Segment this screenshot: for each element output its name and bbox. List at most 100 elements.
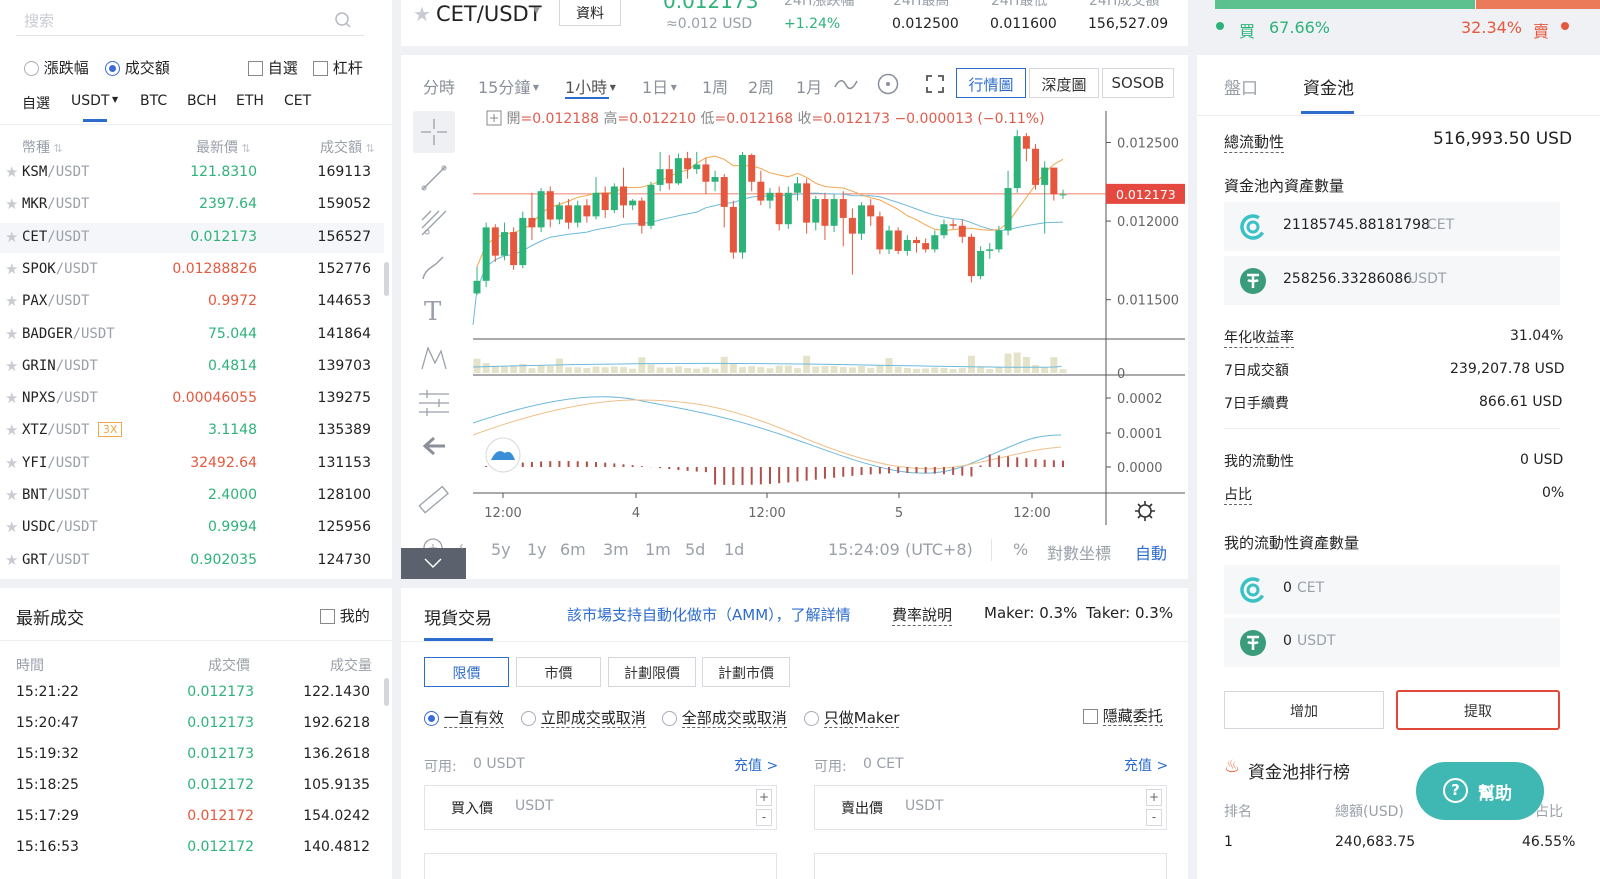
- star-icon[interactable]: ★: [5, 260, 18, 278]
- sort-volume-radio[interactable]: 成交額: [105, 57, 170, 78]
- pair-caret-icon[interactable]: ▼: [533, 6, 540, 16]
- sell-price-field[interactable]: 賣出價 USDT + -: [814, 785, 1167, 830]
- period-button-5y[interactable]: 5y: [491, 540, 511, 559]
- text-tool-icon[interactable]: T: [424, 297, 441, 327]
- candlestick-chart[interactable]: 0.012500 0.012000 0.011500 0.012173 0 0.0002 0…: [467, 55, 1188, 579]
- info-button[interactable]: 資料: [559, 0, 621, 26]
- search-box[interactable]: 搜索: [16, 2, 364, 36]
- buy-price-input[interactable]: USDT: [515, 798, 553, 814]
- star-icon[interactable]: ★: [5, 454, 18, 472]
- buy-price-field[interactable]: 買入價 USDT + -: [424, 785, 777, 830]
- fee-info-link[interactable]: 費率說明: [892, 604, 953, 626]
- market-row[interactable]: ★ SPOK/USDT 0.01288826 152776: [0, 255, 384, 285]
- ruler-icon[interactable]: [417, 483, 451, 517]
- market-row[interactable]: ★ BNT/USDT 2.4000 128100: [0, 481, 384, 511]
- fav-checkbox[interactable]: 自選: [248, 57, 298, 78]
- measure-icon[interactable]: [417, 388, 451, 418]
- period-button-1d[interactable]: 1d: [724, 540, 744, 559]
- sell-price-input[interactable]: USDT: [905, 798, 943, 814]
- star-icon[interactable]: ★: [5, 389, 18, 407]
- tab-bch[interactable]: BCH: [187, 93, 217, 109]
- hide-order-checkbox[interactable]: 隱藏委托: [1083, 705, 1163, 726]
- withdraw-liquidity-button[interactable]: 提取: [1396, 690, 1560, 730]
- star-icon[interactable]: ★: [5, 228, 18, 246]
- order-stop-market-button[interactable]: 計劃市價: [702, 657, 790, 687]
- market-scrollbar[interactable]: [384, 262, 389, 296]
- tab-pool[interactable]: 資金池: [1303, 74, 1354, 99]
- sort-change-radio[interactable]: 漲跌幅: [24, 57, 89, 78]
- sell-amount-field[interactable]: [814, 853, 1167, 879]
- market-row[interactable]: ★ BADGER/USDT 75.044 141864: [0, 320, 384, 350]
- market-row[interactable]: ★ PAX/USDT 0.9972 144653: [0, 287, 384, 317]
- buy-increment-button[interactable]: +: [756, 789, 772, 806]
- market-row[interactable]: ★ GRIN/USDT 0.4814 139703: [0, 352, 384, 382]
- search-input[interactable]: 搜索: [24, 10, 54, 31]
- order-stop-limit-button[interactable]: 計劃限價: [608, 657, 696, 687]
- help-button[interactable]: ? 幫助: [1416, 762, 1544, 820]
- buy-deposit-link[interactable]: 充值 >: [734, 755, 778, 775]
- col-coin-header[interactable]: 幣種 ⇅: [22, 137, 63, 157]
- market-row[interactable]: ★ KSM/USDT 121.8310 169113: [0, 158, 384, 188]
- tif-maker-radio[interactable]: 只做Maker: [804, 707, 900, 728]
- period-button-3m[interactable]: 3m: [603, 540, 629, 559]
- collapse-tools-button[interactable]: [401, 548, 466, 579]
- star-icon[interactable]: ★: [5, 518, 18, 536]
- margin-checkbox[interactable]: 杠杆: [313, 57, 363, 78]
- tif-fok-radio[interactable]: 全部成交或取消: [662, 707, 787, 728]
- back-arrow-icon[interactable]: [421, 433, 447, 459]
- pair-title[interactable]: CET/USDT: [436, 2, 542, 26]
- scale-percent[interactable]: %: [1013, 540, 1028, 559]
- scale-log[interactable]: 對數坐標: [1047, 540, 1111, 564]
- tab-eth[interactable]: ETH: [236, 93, 264, 109]
- market-row[interactable]: ★ MKR/USDT 2397.64 159052: [0, 190, 384, 220]
- order-limit-button[interactable]: 限價: [424, 657, 509, 687]
- tif-gtc-radio[interactable]: 一直有效: [424, 707, 504, 728]
- add-liquidity-button[interactable]: 增加: [1224, 691, 1384, 729]
- scale-auto[interactable]: 自動: [1135, 540, 1167, 564]
- col-price-header[interactable]: 最新價 ⇅: [196, 137, 251, 157]
- period-button-6m[interactable]: 6m: [560, 540, 586, 559]
- star-icon[interactable]: ★: [5, 325, 18, 343]
- tif-ioc-radio[interactable]: 立即成交或取消: [521, 707, 646, 728]
- market-row[interactable]: ★ GRT/USDT 0.902035 124730: [0, 546, 384, 576]
- period-button-1y[interactable]: 1y: [527, 540, 547, 559]
- star-icon[interactable]: ★: [5, 357, 18, 375]
- star-icon[interactable]: ★: [5, 195, 18, 213]
- buy-decrement-button[interactable]: -: [756, 809, 772, 826]
- star-icon[interactable]: ★: [5, 163, 18, 181]
- market-row[interactable]: ★ XTZ/USDT 3X 3.1148 135389: [0, 416, 384, 446]
- tab-spot-trade[interactable]: 現貨交易: [424, 604, 492, 629]
- col-volume-header[interactable]: 成交額 ⇅: [320, 137, 375, 157]
- star-icon[interactable]: ★: [5, 551, 18, 569]
- sell-increment-button[interactable]: +: [1146, 789, 1162, 806]
- period-button-1m[interactable]: 1m: [645, 540, 671, 559]
- sell-deposit-link[interactable]: 充值 >: [1124, 755, 1168, 775]
- sell-decrement-button[interactable]: -: [1146, 809, 1162, 826]
- brush-icon[interactable]: [419, 253, 449, 283]
- tab-usdt[interactable]: USDT ▼: [71, 93, 118, 109]
- market-row[interactable]: ★ USDC/USDT 0.9994 125956: [0, 513, 384, 543]
- crosshair-tool[interactable]: [413, 111, 455, 153]
- amm-note-link[interactable]: 該市場支持自動化做市（AMM），了解詳情: [567, 604, 851, 625]
- market-row[interactable]: ★ YFI/USDT 32492.64 131153: [0, 449, 384, 479]
- interval-timeshare[interactable]: 分時: [423, 74, 455, 98]
- star-icon[interactable]: ★: [5, 292, 18, 310]
- tab-cet[interactable]: CET: [284, 93, 311, 109]
- tab-btc[interactable]: BTC: [140, 93, 167, 109]
- market-row[interactable]: ★ NPXS/USDT 0.00046055 139275: [0, 384, 384, 414]
- trades-scrollbar[interactable]: [384, 678, 389, 706]
- chevron-left-icon[interactable]: ‹: [459, 539, 464, 553]
- tab-fav[interactable]: 自選: [22, 93, 50, 113]
- trendline-icon[interactable]: [419, 163, 449, 193]
- buy-amount-field[interactable]: [424, 853, 777, 879]
- fib-icon[interactable]: [419, 208, 449, 238]
- star-icon[interactable]: ★: [5, 486, 18, 504]
- pattern-icon[interactable]: [419, 343, 449, 373]
- order-market-button[interactable]: 市價: [516, 657, 601, 687]
- tab-orderbook[interactable]: 盤口: [1224, 74, 1258, 99]
- search-icon[interactable]: [334, 11, 352, 29]
- period-button-5d[interactable]: 5d: [685, 540, 705, 559]
- mine-checkbox[interactable]: 我的: [320, 605, 370, 626]
- star-icon[interactable]: ★: [413, 2, 431, 26]
- star-icon[interactable]: ★: [5, 421, 18, 439]
